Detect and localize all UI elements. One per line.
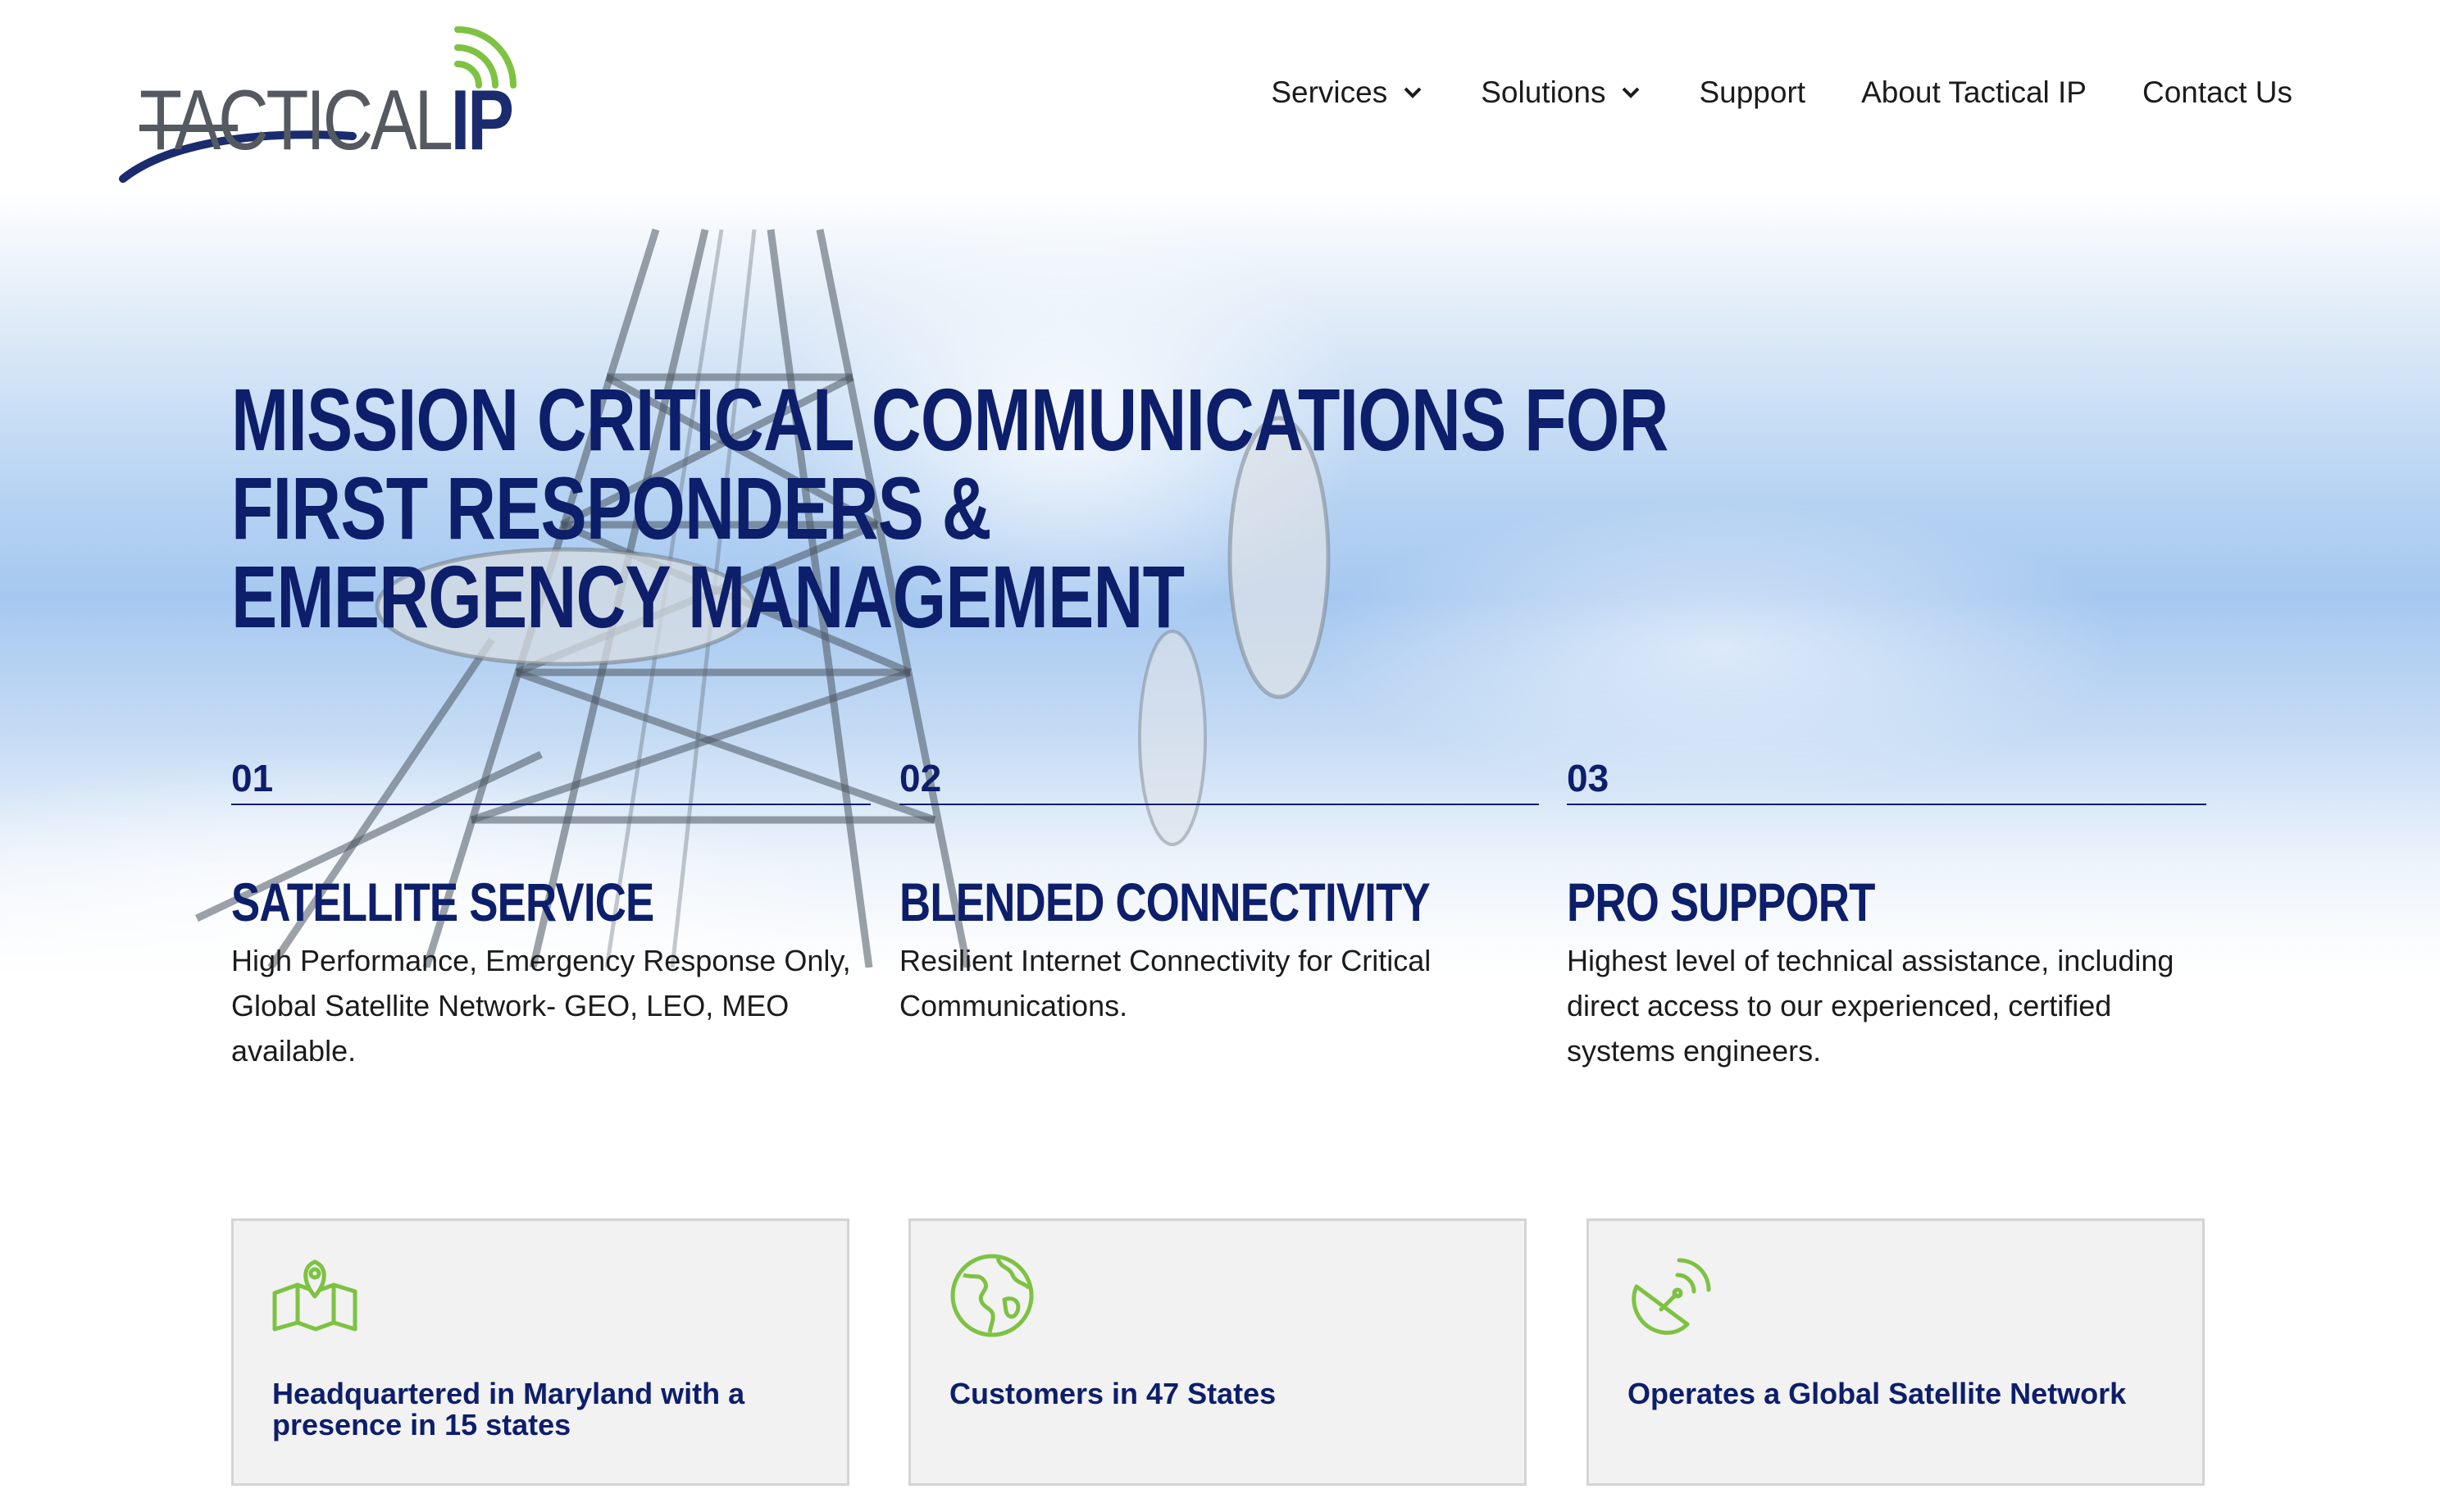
feature-divider: [1567, 804, 2206, 805]
chevron-down-icon: [1623, 87, 1640, 98]
satellite-dish-icon: [1632, 1258, 1711, 1335]
map-pin-icon: [272, 1259, 357, 1332]
stat-card-network: Operates a Global Satellite Network: [1586, 1218, 2205, 1486]
feature-description: High Performance, Emergency Response Onl…: [231, 944, 851, 1068]
nav-support[interactable]: Support: [1699, 75, 1805, 110]
stat-card-customers: Customers in 47 States: [908, 1218, 1527, 1486]
feature-blended-connectivity: 02 Blended Connectivity Resilient Intern…: [899, 753, 1539, 1028]
nav-about[interactable]: About Tactical IP: [1861, 75, 2087, 110]
stat-card-text: Operates a Global Satellite Network: [1627, 1377, 2127, 1410]
feature-title: Satellite Service: [231, 872, 654, 932]
nav-contact-label: Contact Us: [2142, 75, 2292, 109]
feature-divider: [231, 804, 871, 805]
site-header: TACTICALIP Services Solutions Support Ab…: [0, 0, 2440, 189]
hero-headline-line1: Mission Critical Communications for Firs…: [231, 370, 1668, 558]
tactical-ip-logo[interactable]: TACTICALIP: [115, 23, 525, 183]
nav-services-label: Services: [1271, 75, 1388, 109]
nav-solutions-label: Solutions: [1481, 75, 1606, 109]
feature-divider: [899, 804, 1539, 805]
globe-icon: [950, 1254, 1034, 1337]
feature-number: 01: [231, 757, 274, 799]
main-nav: Services Solutions Support About Tactica…: [1215, 75, 2292, 110]
hero-headline-line2: Emergency Management: [231, 547, 1185, 646]
nav-solutions[interactable]: Solutions: [1481, 75, 1643, 110]
feature-title: Pro Support: [1567, 872, 1875, 932]
nav-support-label: Support: [1699, 75, 1806, 109]
feature-number: 03: [1567, 757, 1609, 799]
feature-pro-support: 03 Pro Support Highest level of technica…: [1567, 753, 2206, 1073]
nav-services[interactable]: Services: [1271, 75, 1425, 110]
feature-title: Blended Connectivity: [899, 872, 1431, 932]
chevron-down-icon: [1404, 87, 1422, 98]
stat-card-headquarters: Headquartered in Maryland with a presenc…: [231, 1218, 849, 1486]
logo-text-main: TACTICAL: [139, 73, 453, 168]
feature-description: Resilient Internet Connectivity for Crit…: [899, 944, 1432, 1022]
feature-number: 02: [899, 757, 942, 799]
stat-card-text: Headquartered in Maryland with a presenc…: [272, 1377, 745, 1441]
stat-card-text: Customers in 47 States: [949, 1377, 1277, 1410]
signal-waves-icon: [454, 26, 517, 89]
feature-description: Highest level of technical assistance, i…: [1567, 944, 2174, 1068]
nav-contact[interactable]: Contact Us: [2142, 75, 2292, 110]
nav-about-label: About Tactical IP: [1861, 75, 2087, 109]
hero-headline: Mission Critical Communications for Firs…: [231, 376, 1766, 641]
feature-satellite-service: 01 Satellite Service High Performance, E…: [231, 753, 871, 1073]
